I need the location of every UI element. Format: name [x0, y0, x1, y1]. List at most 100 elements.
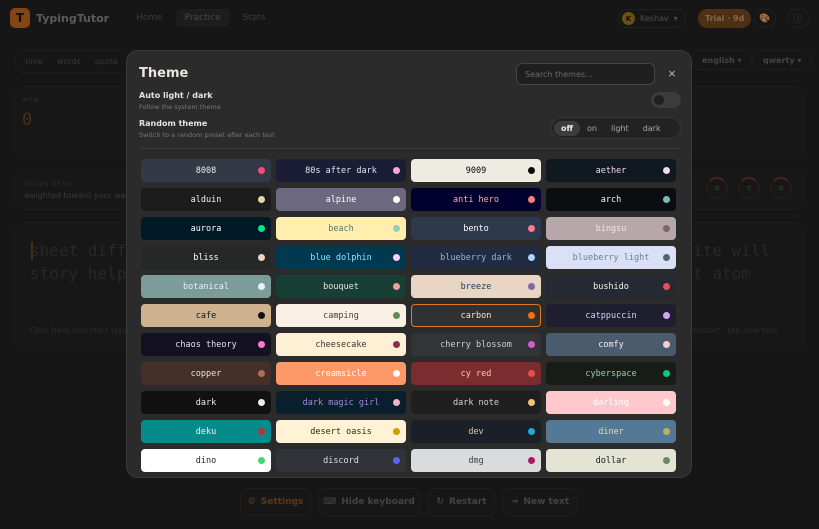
theme-name: dmg — [468, 455, 484, 466]
theme-tile[interactable]: anti hero — [411, 188, 541, 211]
theme-tile[interactable]: bento — [411, 217, 541, 240]
theme-name: copper — [190, 368, 222, 379]
theme-tile[interactable]: dark note — [411, 391, 541, 414]
theme-name: cy red — [460, 368, 492, 379]
theme-accent-dot — [528, 254, 535, 261]
theme-accent-dot — [393, 457, 400, 464]
theme-name: breeze — [460, 281, 492, 292]
theme-tile[interactable]: cherry blossom — [411, 333, 541, 356]
theme-accent-dot — [393, 399, 400, 406]
theme-tile[interactable]: darling — [546, 391, 676, 414]
theme-tile[interactable]: catppuccin — [546, 304, 676, 327]
auto-theme-title: Auto light / dark — [139, 91, 213, 100]
theme-tile[interactable]: bushido — [546, 275, 676, 298]
theme-search-input[interactable] — [516, 63, 655, 85]
theme-tile[interactable]: botanical — [141, 275, 271, 298]
random-on[interactable]: on — [580, 121, 604, 136]
theme-tile[interactable]: copper — [141, 362, 271, 385]
theme-accent-dot — [393, 283, 400, 290]
theme-tile[interactable]: arch — [546, 188, 676, 211]
theme-tile[interactable]: dark — [141, 391, 271, 414]
theme-accent-dot — [528, 370, 535, 377]
theme-name: alpine — [325, 194, 357, 205]
theme-tile[interactable]: comfy — [546, 333, 676, 356]
theme-accent-dot — [258, 370, 265, 377]
theme-accent-dot — [528, 399, 535, 406]
theme-tile[interactable]: cyberspace — [546, 362, 676, 385]
theme-name: beach — [328, 223, 354, 234]
theme-accent-dot — [528, 341, 535, 348]
theme-name: dollar — [595, 455, 627, 466]
theme-tile[interactable]: aurora — [141, 217, 271, 240]
theme-accent-dot — [258, 225, 265, 232]
theme-tile[interactable]: cheesecake — [276, 333, 406, 356]
theme-tile[interactable]: dark magic girl — [276, 391, 406, 414]
theme-tile[interactable]: camping — [276, 304, 406, 327]
theme-name: blueberry light — [572, 252, 650, 263]
theme-tile[interactable]: beach — [276, 217, 406, 240]
theme-tile[interactable]: bouquet — [276, 275, 406, 298]
toggle-knob — [654, 95, 664, 105]
theme-name: creamsicle — [315, 368, 367, 379]
theme-name: botanical — [182, 281, 230, 292]
theme-tile[interactable]: 80s after dark — [276, 159, 406, 182]
theme-name: catppuccin — [585, 310, 637, 321]
auto-theme-sub: Follow the system theme — [139, 103, 221, 111]
theme-accent-dot — [393, 428, 400, 435]
theme-accent-dot — [258, 341, 265, 348]
theme-accent-dot — [528, 283, 535, 290]
theme-tile[interactable]: chaos theory — [141, 333, 271, 356]
theme-accent-dot — [393, 167, 400, 174]
theme-tile[interactable]: cafe — [141, 304, 271, 327]
divider — [139, 148, 680, 149]
random-theme-title: Random theme — [139, 119, 208, 128]
theme-tile[interactable]: breeze — [411, 275, 541, 298]
theme-accent-dot — [663, 312, 670, 319]
theme-tile[interactable]: blueberry dark — [411, 246, 541, 269]
theme-accent-dot — [393, 341, 400, 348]
theme-accent-dot — [663, 254, 670, 261]
theme-tile[interactable]: alduin — [141, 188, 271, 211]
theme-tile[interactable]: bingsu — [546, 217, 676, 240]
theme-tile[interactable]: 9009 — [411, 159, 541, 182]
theme-tile[interactable]: creamsicle — [276, 362, 406, 385]
theme-tile[interactable]: blueberry light — [546, 246, 676, 269]
theme-tile[interactable]: cy red — [411, 362, 541, 385]
theme-tile[interactable]: 8008 — [141, 159, 271, 182]
theme-name: cherry blossom — [440, 339, 512, 350]
theme-tile[interactable]: blue dolphin — [276, 246, 406, 269]
theme-name: dino — [195, 455, 217, 466]
theme-name: cafe — [195, 310, 217, 321]
theme-name: bouquet — [323, 281, 359, 292]
theme-name: blueberry dark — [440, 252, 512, 263]
auto-theme-toggle[interactable] — [651, 92, 681, 108]
theme-modal: Theme × Auto light / dark Follow the sys… — [126, 50, 692, 478]
theme-tile[interactable]: desert oasis — [276, 420, 406, 443]
theme-tile[interactable]: diner — [546, 420, 676, 443]
theme-tile[interactable]: bliss — [141, 246, 271, 269]
theme-tile[interactable]: dev — [411, 420, 541, 443]
theme-name: 80s after dark — [305, 165, 377, 176]
theme-name: blue dolphin — [310, 252, 372, 263]
theme-tile[interactable]: carbon — [411, 304, 541, 327]
theme-tile[interactable]: dollar — [546, 449, 676, 472]
theme-tile[interactable]: aether — [546, 159, 676, 182]
theme-name: alduin — [190, 194, 222, 205]
theme-name: arch — [600, 194, 622, 205]
close-icon[interactable]: × — [664, 65, 680, 81]
theme-accent-dot — [663, 196, 670, 203]
theme-accent-dot — [528, 312, 535, 319]
theme-name: cheesecake — [315, 339, 367, 350]
theme-accent-dot — [528, 428, 535, 435]
theme-name: aether — [595, 165, 627, 176]
random-dark[interactable]: dark — [636, 121, 668, 136]
theme-tile[interactable]: dino — [141, 449, 271, 472]
theme-tile[interactable]: discord — [276, 449, 406, 472]
random-off[interactable]: off — [554, 120, 580, 136]
theme-tile[interactable]: alpine — [276, 188, 406, 211]
theme-name: diner — [598, 426, 624, 437]
random-light[interactable]: light — [604, 121, 636, 136]
theme-accent-dot — [528, 196, 535, 203]
theme-tile[interactable]: deku — [141, 420, 271, 443]
theme-tile[interactable]: dmg — [411, 449, 541, 472]
